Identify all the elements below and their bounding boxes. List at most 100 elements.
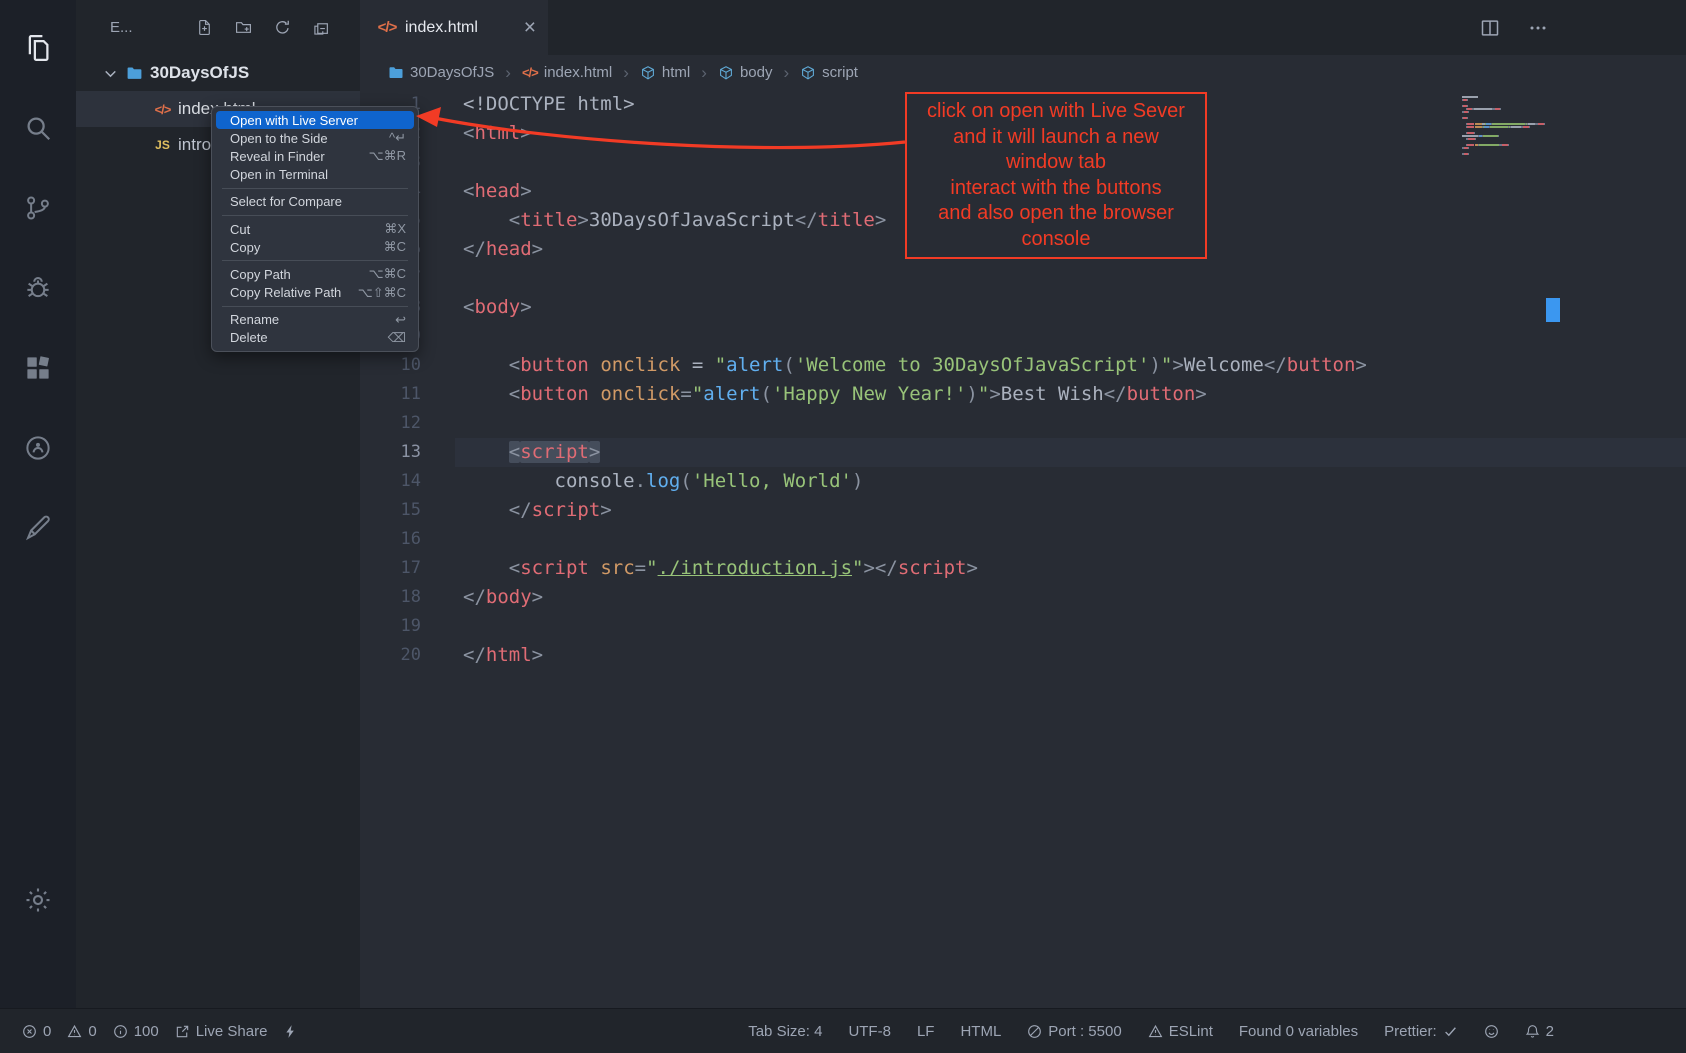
new-folder-icon[interactable] (235, 19, 252, 36)
status-found-0-variables[interactable]: Found 0 variables (1239, 1023, 1358, 1040)
code-line-10[interactable]: 10 <button onclick = "alert('Welcome to … (360, 351, 1686, 380)
tab-bar: </> index.html × (360, 0, 1686, 55)
menu-item-copy[interactable]: Copy⌘C (216, 238, 414, 256)
folder-icon (126, 65, 143, 82)
menu-item-delete[interactable]: Delete⌫ (216, 329, 414, 347)
status-port-5500[interactable]: Port : 5500 (1027, 1023, 1121, 1040)
breadcrumb-item-body[interactable]: body (718, 64, 773, 81)
code-line-9[interactable]: 9 (360, 322, 1686, 351)
status-bar: 00 100 Live Share Tab Size: 4 UTF-8 LF HTML Po… (0, 1008, 1686, 1053)
status-lf[interactable]: LF (917, 1023, 935, 1040)
code-line-13[interactable]: 13 <script> (360, 438, 1686, 467)
line-content[interactable]: <button onclick="alert('Happy New Year!'… (455, 380, 1686, 409)
code-line-17[interactable]: 17 <script src="./introduction.js"></scr… (360, 554, 1686, 583)
status-prettier[interactable]: Prettier: (1384, 1023, 1458, 1040)
code-token: > (863, 557, 874, 579)
menu-item-open-to-the-side[interactable]: Open to the Side^↵ (216, 129, 414, 147)
status-0[interactable]: 0 (22, 1023, 51, 1040)
status-tab-size-4[interactable]: Tab Size: 4 (748, 1023, 822, 1040)
circle-slash-icon (1027, 1024, 1042, 1039)
search-icon (23, 113, 53, 143)
menu-item-rename[interactable]: Rename↩ (216, 311, 414, 329)
gear-activity-button[interactable] (0, 860, 76, 940)
line-content[interactable]: </script> (455, 496, 1686, 525)
feedback-pen-activity-button[interactable] (0, 488, 76, 568)
code-line-16[interactable]: 16 (360, 525, 1686, 554)
annotation-line: click on open with Live Sever (909, 99, 1203, 125)
breadcrumb-item-30daysofjs[interactable]: 30DaysOfJS (388, 64, 494, 81)
status-utf-8[interactable]: UTF-8 (848, 1023, 891, 1040)
tab-index-html[interactable]: </> index.html × (360, 0, 548, 55)
line-content[interactable] (455, 612, 1686, 641)
scrollbar-marker[interactable] (1546, 298, 1560, 322)
code-token: > (532, 644, 543, 666)
code-line-19[interactable]: 19 (360, 612, 1686, 641)
line-content[interactable]: <body> (455, 293, 1686, 322)
line-content[interactable] (455, 264, 1686, 293)
line-content[interactable]: console.log('Hello, World') (455, 467, 1686, 496)
code-token: </ (509, 499, 532, 521)
breadcrumb-item-index-html[interactable]: </>index.html (522, 64, 612, 81)
close-tab-icon[interactable]: × (524, 17, 536, 38)
folder-row-root[interactable]: 30DaysOfJS (76, 55, 360, 91)
menu-item-copy-relative-path[interactable]: Copy Relative Path⌥⇧⌘C (216, 284, 414, 302)
status-label: Found 0 variables (1239, 1023, 1358, 1040)
status-2[interactable]: 2 (1525, 1023, 1554, 1040)
code-line-7[interactable]: 7 (360, 264, 1686, 293)
code-line-20[interactable]: 20</html> (360, 641, 1686, 670)
extensions-activity-button[interactable] (0, 328, 76, 408)
run-debug-activity-button[interactable] (0, 248, 76, 328)
line-content[interactable] (455, 409, 1686, 438)
split-editor-icon[interactable] (1480, 18, 1500, 38)
breadcrumb-item-script[interactable]: script (800, 64, 858, 81)
refresh-icon[interactable] (274, 19, 291, 36)
line-content[interactable]: </body> (455, 583, 1686, 612)
line-content[interactable]: <script src="./introduction.js"></script… (455, 554, 1686, 583)
explorer-title: E... (110, 19, 133, 36)
live-share-activity-button[interactable] (0, 408, 76, 488)
annotation-line: interact with the buttons (909, 176, 1203, 202)
status-eslint[interactable]: ESLint (1148, 1023, 1213, 1040)
new-file-icon[interactable] (196, 19, 213, 36)
code-line-14[interactable]: 14 console.log('Hello, World') (360, 467, 1686, 496)
code-line-12[interactable]: 12 (360, 409, 1686, 438)
code-token (589, 383, 600, 405)
menu-item-reveal-in-finder[interactable]: Reveal in Finder⌥⌘R (216, 147, 414, 165)
explorer-activity-button[interactable] (0, 8, 76, 88)
breadcrumb-label: 30DaysOfJS (410, 64, 494, 81)
search-activity-button[interactable] (0, 88, 76, 168)
context-menu: Open with Live ServerOpen to the Side^↵R… (211, 106, 419, 352)
code-line-11[interactable]: 11 <button onclick="alert('Happy New Yea… (360, 380, 1686, 409)
menu-item-select-for-compare[interactable]: Select for Compare (216, 193, 414, 211)
code-token: " (978, 383, 989, 405)
code-token: </ (1264, 354, 1287, 376)
status-smiley-icon[interactable] (1484, 1024, 1499, 1039)
line-content[interactable] (455, 525, 1686, 554)
code-token: html (474, 122, 520, 144)
more-actions-icon[interactable] (1528, 18, 1548, 38)
menu-item-copy-path[interactable]: Copy Path⌥⌘C (216, 265, 414, 283)
minimap[interactable] (1462, 96, 1554, 156)
menu-item-open-in-terminal[interactable]: Open in Terminal (216, 166, 414, 184)
line-content[interactable]: </html> (455, 641, 1686, 670)
collapse-all-icon[interactable] (313, 19, 330, 36)
minimap-line (1462, 105, 1554, 107)
code-line-15[interactable]: 15 </script> (360, 496, 1686, 525)
status-html[interactable]: HTML (960, 1023, 1001, 1040)
menu-item-cut[interactable]: Cut⌘X (216, 220, 414, 238)
code-line-18[interactable]: 18</body> (360, 583, 1686, 612)
status-bolt-icon[interactable] (283, 1024, 298, 1039)
code-line-8[interactable]: 8<body> (360, 293, 1686, 322)
breadcrumb-item-html[interactable]: html (640, 64, 690, 81)
menu-item-label: Rename (230, 312, 383, 327)
status-live-share[interactable]: Live Share (175, 1023, 268, 1040)
status-100[interactable]: 100 (113, 1023, 159, 1040)
menu-item-open-with-live-server[interactable]: Open with Live Server (216, 111, 414, 129)
line-content[interactable]: <script> (455, 438, 1686, 467)
line-content[interactable]: <button onclick = "alert('Welcome to 30D… (455, 351, 1686, 380)
code-token (463, 557, 509, 579)
status-0[interactable]: 0 (67, 1023, 96, 1040)
line-content[interactable] (455, 322, 1686, 351)
source-control-activity-button[interactable] (0, 168, 76, 248)
status-right: Tab Size: 4 UTF-8 LF HTML Port : 5500 ESLint F… (748, 1023, 1686, 1040)
